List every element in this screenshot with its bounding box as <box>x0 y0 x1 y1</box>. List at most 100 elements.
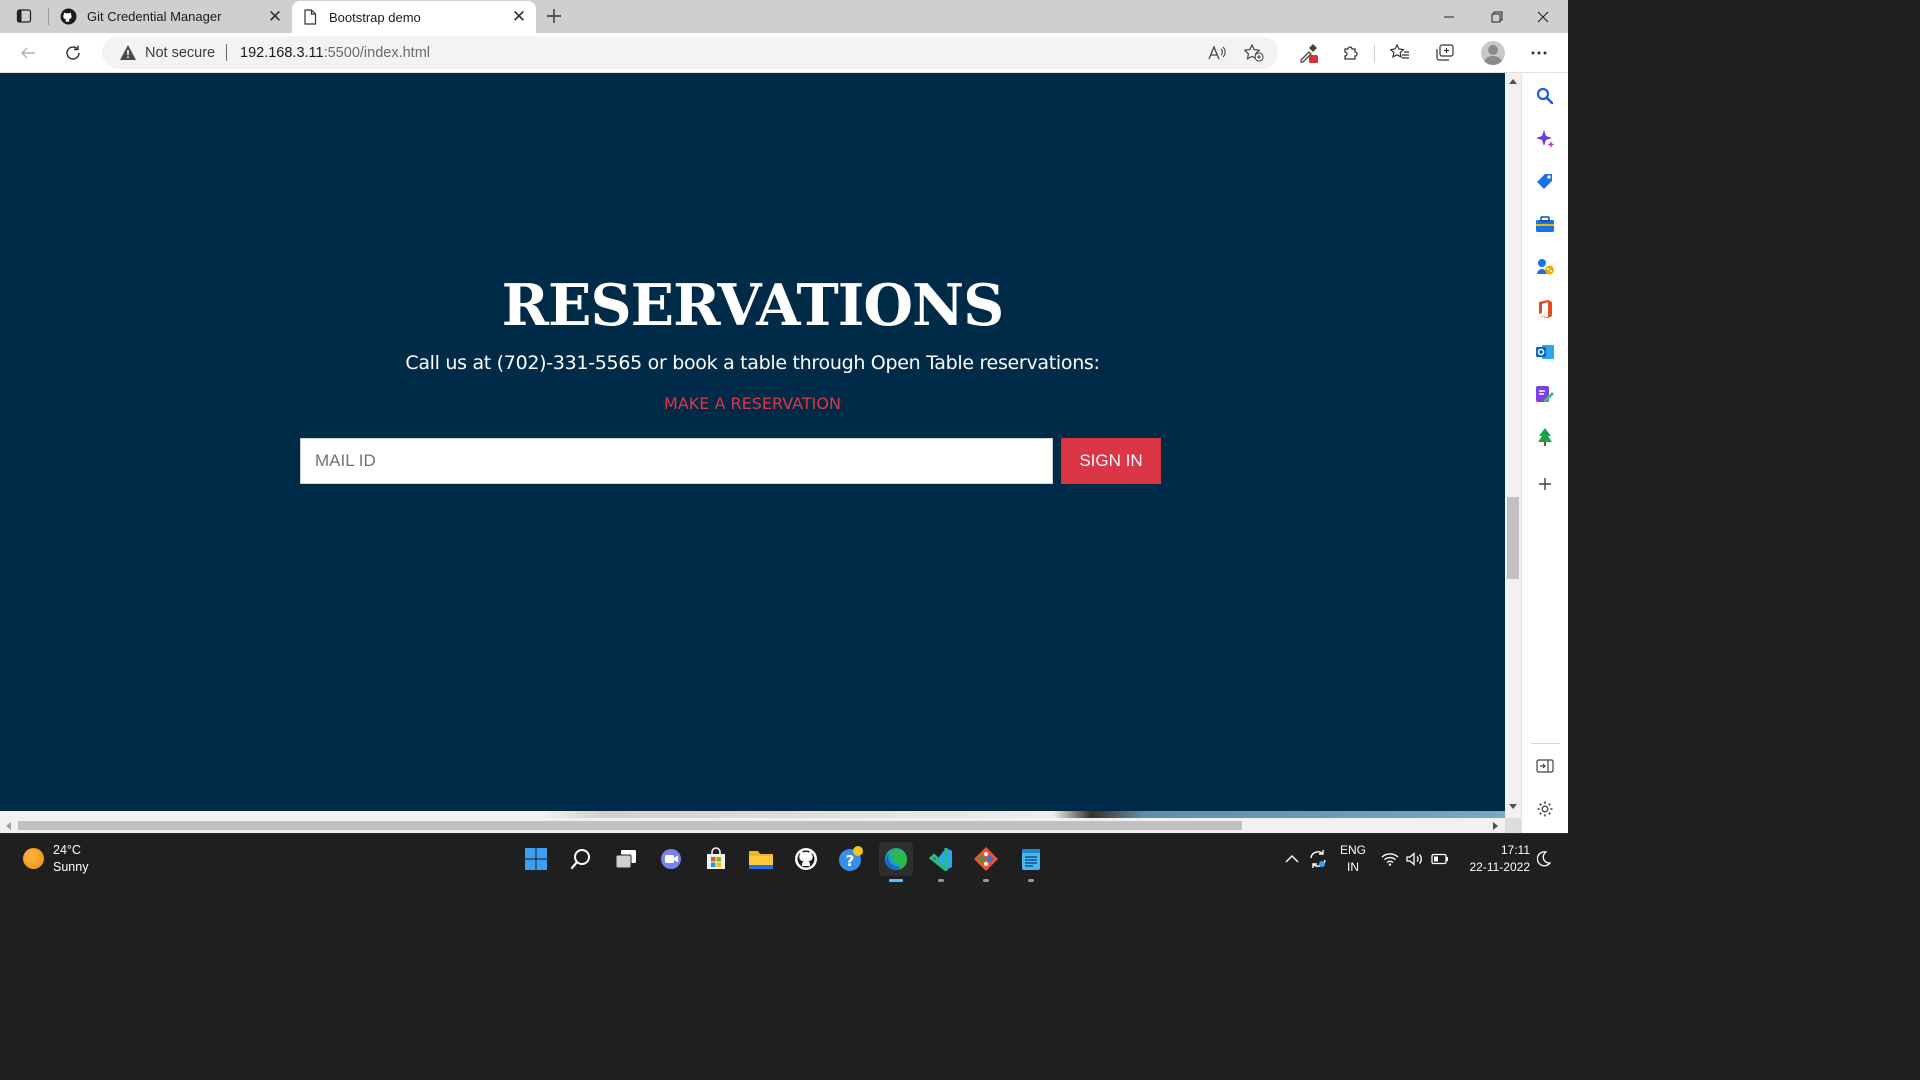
search-icon <box>570 849 590 870</box>
language-indicator[interactable]: ENG <box>1337 843 1369 857</box>
add-favorite-button[interactable] <box>1238 37 1270 69</box>
read-aloud-button[interactable] <box>1201 37 1233 69</box>
sync-status-button[interactable] <box>1305 842 1331 876</box>
extension-button[interactable] <box>1292 37 1324 69</box>
favorites-button[interactable] <box>1384 37 1416 69</box>
scroll-right-arrow[interactable] <box>1493 822 1498 830</box>
file-explorer-icon <box>749 851 773 869</box>
restore-button[interactable] <box>1474 0 1520 33</box>
outlook-icon <box>1536 345 1554 359</box>
do-not-disturb-icon <box>1537 851 1551 867</box>
copilot-icon <box>1536 130 1555 148</box>
language-region[interactable]: IN <box>1337 860 1369 874</box>
sidebar-games-button[interactable] <box>1530 252 1560 282</box>
puzzle-icon <box>1344 46 1358 60</box>
chevron-up-icon <box>1285 855 1299 863</box>
sidebar-designer-button[interactable] <box>1530 380 1560 410</box>
refresh-icon <box>66 45 80 60</box>
back-button[interactable] <box>12 37 44 69</box>
weather-temperature[interactable]: 24°C <box>53 843 81 857</box>
new-tab-button[interactable] <box>541 4 567 28</box>
security-label[interactable]: Not secure <box>145 45 215 61</box>
tab-actions-button[interactable] <box>6 4 42 28</box>
panel-toggle-icon <box>1536 759 1554 773</box>
running-app-indicator <box>983 879 989 882</box>
notifications-button[interactable] <box>1533 842 1555 876</box>
sidebar-search-button[interactable] <box>1530 81 1560 111</box>
vertical-scroll-thumb[interactable] <box>1507 497 1519 579</box>
taskbar-search-button[interactable] <box>564 842 598 876</box>
git-button[interactable] <box>969 842 1003 882</box>
sidebar-copilot-button[interactable] <box>1530 124 1560 154</box>
close-window-button[interactable] <box>1520 0 1566 33</box>
store-button[interactable] <box>699 842 733 876</box>
make-reservation-link[interactable]: MAKE A RESERVATION <box>0 394 1505 413</box>
sidebar-settings-button[interactable] <box>1530 794 1560 824</box>
get-help-button[interactable]: ? <box>834 842 868 876</box>
tab-git-credential-manager[interactable]: Git Credential Manager ✕ <box>50 0 292 33</box>
sidebar-add-button[interactable] <box>1530 469 1560 499</box>
weather-condition[interactable]: Sunny <box>53 860 88 874</box>
speaker-icon <box>1406 852 1422 866</box>
tab-bootstrap-demo[interactable]: Bootstrap demo ✕ <box>292 1 536 33</box>
restore-icon <box>1491 11 1503 22</box>
start-button[interactable] <box>519 842 553 876</box>
teams-chat-button[interactable] <box>654 842 688 876</box>
github-icon <box>59 8 77 26</box>
github-desktop-button[interactable] <box>789 842 823 876</box>
scroll-left-arrow[interactable] <box>6 822 11 830</box>
close-icon <box>1537 11 1549 22</box>
active-app-indicator <box>889 879 903 882</box>
sun-weather-icon[interactable] <box>23 848 44 869</box>
edge-button[interactable] <box>879 842 913 882</box>
scrollbar-corner <box>1505 818 1521 833</box>
warning-icon[interactable] <box>119 44 137 61</box>
notepad-button[interactable] <box>1014 842 1048 882</box>
wifi-button[interactable] <box>1379 842 1401 876</box>
close-tab-icon[interactable]: ✕ <box>508 6 530 28</box>
vscode-button[interactable] <box>924 842 958 882</box>
edge-sidebar <box>1521 73 1568 833</box>
volume-button[interactable] <box>1404 842 1426 876</box>
sidebar-tools-button[interactable] <box>1530 209 1560 239</box>
url-text[interactable]: 192.168.3.11:5500/index.html <box>240 45 430 61</box>
task-view-button[interactable] <box>609 842 643 876</box>
minimize-button[interactable] <box>1426 0 1472 33</box>
horizontal-scrollbar[interactable] <box>0 818 1505 833</box>
github-desktop-icon <box>795 848 817 870</box>
battery-button[interactable] <box>1429 842 1451 876</box>
email-field[interactable] <box>300 438 1053 484</box>
battery-icon <box>1431 853 1448 865</box>
show-hidden-icons-button[interactable] <box>1280 842 1304 876</box>
sidebar-office-button[interactable] <box>1530 294 1560 324</box>
running-app-indicator <box>938 879 944 882</box>
settings-and-more-button[interactable] <box>1523 37 1555 69</box>
collections-button[interactable] <box>1429 37 1461 69</box>
close-tab-icon[interactable]: ✕ <box>264 6 286 28</box>
scroll-up-arrow[interactable] <box>1509 79 1517 84</box>
sign-in-button[interactable]: SIGN IN <box>1061 438 1161 484</box>
clock-time[interactable]: 17:11 <box>1460 843 1530 857</box>
hide-sidebar-button[interactable] <box>1530 751 1560 781</box>
file-explorer-button[interactable] <box>744 842 778 876</box>
minimize-icon <box>1444 16 1454 17</box>
teams-chat-icon <box>661 849 681 869</box>
sidebar-outlook-button[interactable] <box>1530 337 1560 367</box>
sidebar-tree-button[interactable] <box>1530 422 1560 452</box>
address-divider <box>226 44 227 61</box>
refresh-button[interactable] <box>57 37 89 69</box>
sidebar-shopping-button[interactable] <box>1530 166 1560 196</box>
back-arrow-icon <box>20 47 35 59</box>
shopping-tag-icon <box>1537 174 1552 189</box>
address-bar[interactable]: Not secure 192.168.3.11:5500/index.html <box>102 36 1278 69</box>
vertical-scrollbar[interactable] <box>1505 73 1521 818</box>
tab-actions-icon <box>16 9 32 23</box>
profile-avatar[interactable] <box>1481 41 1505 65</box>
extensions-button[interactable] <box>1335 37 1367 69</box>
clock-date[interactable]: 22-11-2022 <box>1460 860 1531 874</box>
svg-text:?: ? <box>846 852 855 870</box>
games-icon <box>1537 259 1554 275</box>
office-icon <box>1539 300 1552 318</box>
scroll-down-arrow[interactable] <box>1509 804 1517 809</box>
horizontal-scroll-thumb[interactable] <box>18 821 1242 830</box>
